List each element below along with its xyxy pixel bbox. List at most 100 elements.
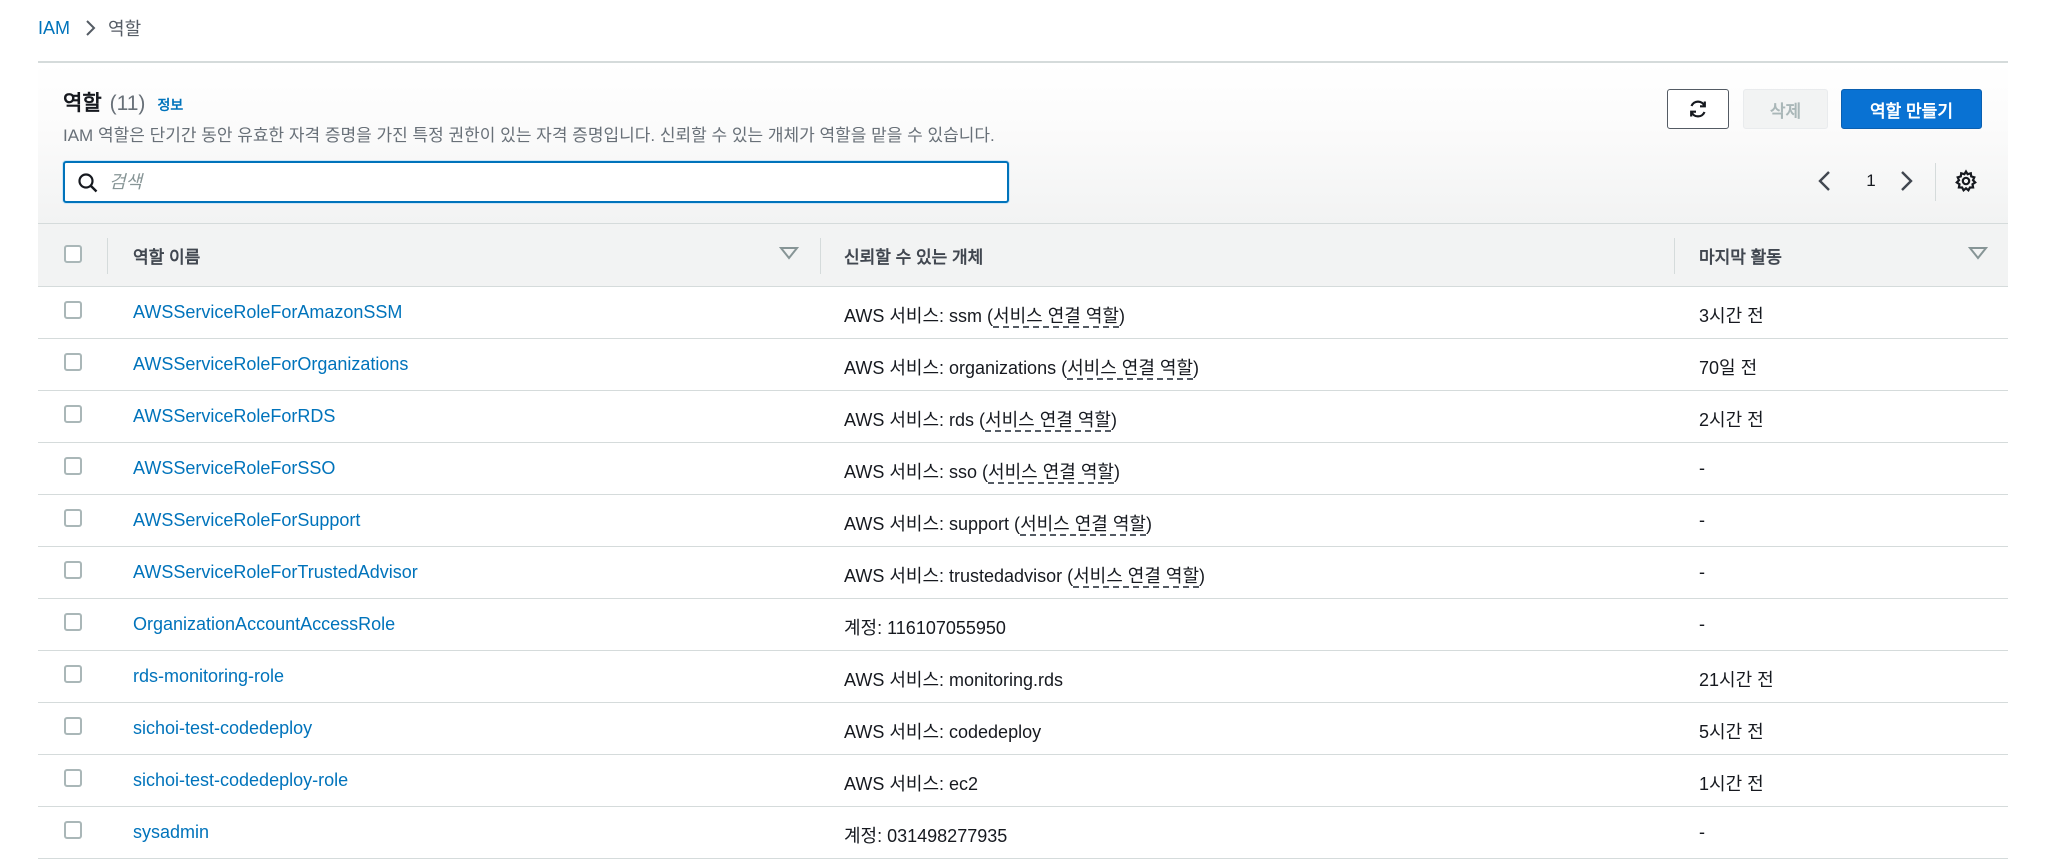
column-header-role-name[interactable]: 역할 이름 — [133, 243, 200, 268]
row-checkbox[interactable] — [64, 613, 82, 631]
select-all-checkbox[interactable] — [64, 245, 82, 263]
role-name-link[interactable]: AWSServiceRoleForOrganizations — [133, 354, 408, 375]
breadcrumb-iam-link[interactable]: IAM — [38, 18, 70, 39]
chevron-right-icon — [84, 19, 96, 37]
breadcrumb: IAM 역할 — [38, 16, 141, 40]
page-number[interactable]: 1 — [1859, 171, 1883, 191]
column-header-trusted-entity[interactable]: 신뢰할 수 있는 개체 — [844, 243, 983, 268]
role-name-link[interactable]: AWSServiceRoleForTrustedAdvisor — [133, 562, 418, 583]
search-field[interactable] — [63, 161, 1009, 203]
service-linked-role-tooltip[interactable]: 서비스 연결 역할 — [1067, 358, 1194, 380]
service-linked-role-tooltip[interactable]: 서비스 연결 역할 — [993, 306, 1119, 328]
create-role-button[interactable]: 역할 만들기 — [1841, 89, 1982, 129]
trusted-entity-text: AWS 서비스: sso ( — [844, 462, 989, 482]
roles-table-container: 역할 (11) 정보 IAM 역할은 단기간 동안 유효한 자격 증명을 가진 … — [38, 61, 2008, 864]
table-body: AWSServiceRoleForAmazonSSM AWS 서비스: ssm … — [38, 287, 2008, 859]
table-row: AWSServiceRoleForTrustedAdvisor AWS 서비스:… — [38, 547, 2008, 599]
trusted-entity-cell: AWS 서비스: codedeploy — [844, 722, 1042, 742]
last-activity-cell: 2시간 전 — [1699, 410, 1764, 430]
search-input[interactable] — [109, 168, 989, 196]
row-checkbox[interactable] — [64, 561, 82, 579]
last-activity-cell: 3시간 전 — [1699, 306, 1764, 326]
last-activity-cell: 21시간 전 — [1699, 670, 1774, 690]
table-row: AWSServiceRoleForSSO AWS 서비스: sso (서비스 연… — [38, 443, 2008, 495]
trusted-entity-text: AWS 서비스: support ( — [844, 514, 1021, 534]
table-row: AWSServiceRoleForAmazonSSM AWS 서비스: ssm … — [38, 287, 2008, 339]
trusted-entity-cell: 계정: 031498277935 — [844, 826, 1008, 846]
role-name-link[interactable]: sichoi-test-codedeploy — [133, 718, 312, 739]
table-row: OrganizationAccountAccessRole 계정: 116107… — [38, 599, 2008, 651]
last-activity-cell: - — [1699, 458, 1705, 478]
delete-button[interactable]: 삭제 — [1743, 89, 1828, 129]
row-checkbox[interactable] — [64, 301, 82, 319]
last-activity-cell: - — [1699, 614, 1705, 634]
gear-icon — [1955, 169, 1977, 193]
trusted-entity-cell: AWS 서비스: support (서비스 연결 역할) — [844, 510, 1152, 536]
column-divider — [1674, 238, 1675, 274]
table-row: rds-monitoring-role AWS 서비스: monitoring.… — [38, 651, 2008, 703]
previous-page-button[interactable] — [1815, 169, 1835, 193]
role-name-link[interactable]: AWSServiceRoleForSupport — [133, 510, 360, 531]
trusted-entity-cell: 계정: 116107055950 — [844, 618, 1006, 638]
trusted-entity-cell: AWS 서비스: trustedadvisor (서비스 연결 역할) — [844, 562, 1205, 588]
row-checkbox[interactable] — [64, 665, 82, 683]
last-activity-cell: - — [1699, 562, 1705, 582]
trusted-entity-suffix: ) — [1199, 566, 1205, 586]
info-link[interactable]: 정보 — [157, 95, 183, 115]
sort-down-icon[interactable] — [779, 246, 799, 260]
trusted-entity-cell: AWS 서비스: monitoring.rds — [844, 670, 1064, 690]
trusted-entity-cell: AWS 서비스: ec2 — [844, 774, 979, 794]
breadcrumb-current: 역할 — [108, 19, 142, 39]
role-count: (11) — [109, 92, 146, 115]
trusted-entity-text: AWS 서비스: organizations ( — [844, 358, 1068, 378]
trusted-entity-suffix: ) — [1145, 514, 1152, 534]
row-checkbox[interactable] — [64, 353, 82, 371]
role-name-link[interactable]: AWSServiceRoleForRDS — [133, 406, 335, 427]
sort-down-icon[interactable] — [1968, 246, 1988, 260]
preferences-button[interactable] — [1954, 169, 1978, 198]
search-icon — [77, 172, 99, 199]
chevron-right-icon — [1901, 171, 1913, 191]
row-checkbox[interactable] — [64, 509, 82, 527]
service-linked-role-tooltip[interactable]: 서비스 연결 역할 — [1073, 566, 1199, 588]
role-name-link[interactable]: AWSServiceRoleForAmazonSSM — [133, 302, 402, 323]
service-linked-role-tooltip[interactable]: 서비스 연결 역할 — [1020, 514, 1146, 536]
trusted-entity-cell: AWS 서비스: organizations (서비스 연결 역할) — [844, 354, 1199, 380]
table-row: AWSServiceRoleForRDS AWS 서비스: rds (서비스 연… — [38, 391, 2008, 443]
trusted-entity-suffix: ) — [1113, 462, 1120, 482]
last-activity-cell: 1시간 전 — [1699, 774, 1764, 794]
trusted-entity-suffix: ) — [1118, 306, 1125, 326]
last-activity-cell: - — [1699, 510, 1705, 530]
refresh-button[interactable] — [1667, 89, 1729, 129]
role-name-link[interactable]: AWSServiceRoleForSSO — [133, 458, 335, 479]
trusted-entity-text: AWS 서비스: rds ( — [844, 410, 986, 430]
role-name-link[interactable]: OrganizationAccountAccessRole — [133, 614, 395, 635]
trusted-entity-cell: AWS 서비스: rds (서비스 연결 역할) — [844, 406, 1117, 432]
row-checkbox[interactable] — [64, 821, 82, 839]
trusted-entity-text: AWS 서비스: ssm ( — [844, 306, 994, 326]
table-row: sichoi-test-codedeploy AWS 서비스: codedepl… — [38, 703, 2008, 755]
table-row: AWSServiceRoleForOrganizations AWS 서비스: … — [38, 339, 2008, 391]
last-activity-cell: 70일 전 — [1699, 358, 1758, 378]
trusted-entity-cell: AWS 서비스: ssm (서비스 연결 역할) — [844, 302, 1125, 328]
row-checkbox[interactable] — [64, 717, 82, 735]
role-name-link[interactable]: sichoi-test-codedeploy-role — [133, 770, 348, 791]
service-linked-role-tooltip[interactable]: 서비스 연결 역할 — [985, 410, 1111, 432]
table-row: AWSServiceRoleForSupport AWS 서비스: suppor… — [38, 495, 2008, 547]
trusted-entity-suffix: ) — [1193, 358, 1200, 378]
service-linked-role-tooltip[interactable]: 서비스 연결 역할 — [988, 462, 1114, 484]
table-title-row: 역할 (11) 정보 — [63, 87, 183, 117]
column-divider — [107, 238, 108, 274]
column-divider — [820, 238, 821, 274]
page-description: IAM 역할은 단기간 동안 유효한 자격 증명을 가진 특정 권한이 있는 자… — [63, 126, 995, 145]
last-activity-cell: - — [1699, 822, 1705, 842]
refresh-icon — [1690, 100, 1706, 118]
table-row: sichoi-test-codedeploy-role AWS 서비스: ec2… — [38, 755, 2008, 807]
role-name-link[interactable]: rds-monitoring-role — [133, 666, 284, 687]
row-checkbox[interactable] — [64, 405, 82, 423]
column-header-last-activity[interactable]: 마지막 활동 — [1699, 243, 1782, 268]
row-checkbox[interactable] — [64, 769, 82, 787]
next-page-button[interactable] — [1896, 169, 1916, 193]
role-name-link[interactable]: sysadmin — [133, 822, 209, 843]
row-checkbox[interactable] — [64, 457, 82, 475]
